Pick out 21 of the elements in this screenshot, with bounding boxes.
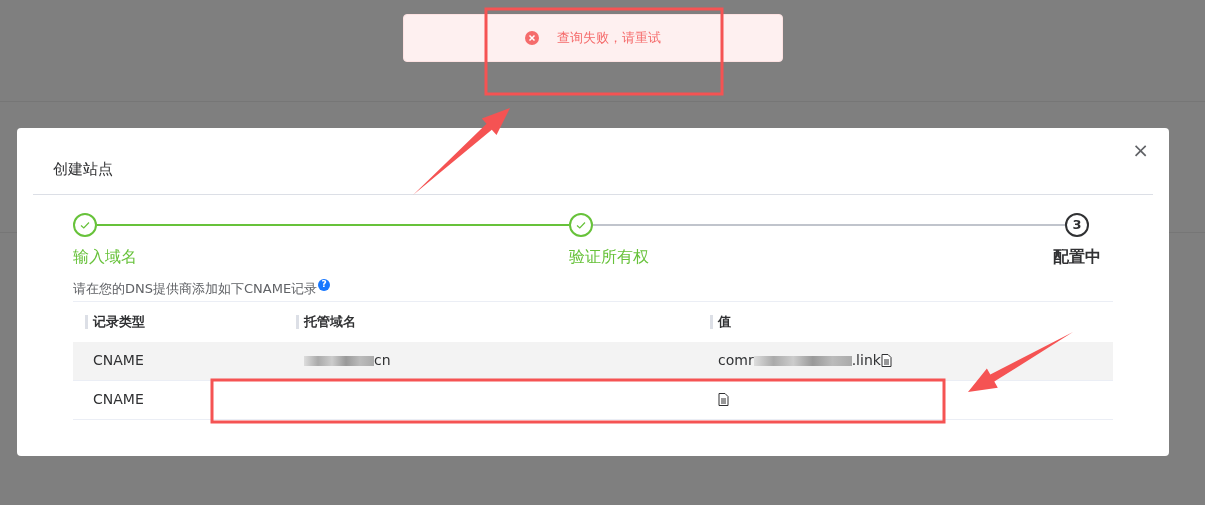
toast-text: 查询失败，请重试 <box>557 29 661 48</box>
help-icon[interactable]: ? <box>318 278 331 291</box>
cell-text: .link <box>851 351 881 370</box>
close-button[interactable]: × <box>1130 138 1151 162</box>
column-header: 值 <box>718 312 731 331</box>
dialog-title: 创建站点 <box>53 160 113 178</box>
cell-text: CNAME <box>93 390 144 409</box>
step-label: 配置中 <box>1053 246 1101 268</box>
step-label: 验证所有权 <box>569 246 649 268</box>
column-header: 记录类型 <box>93 312 145 331</box>
cell-text: CNAME <box>93 351 144 370</box>
error-icon <box>525 31 539 45</box>
column-header: 托管域名 <box>304 312 356 331</box>
copy-icon[interactable] <box>880 354 892 367</box>
blurred-text <box>304 355 374 366</box>
cell-text: cn <box>374 351 391 370</box>
step-label: 输入域名 <box>73 246 137 268</box>
cell-text: comr <box>718 351 754 370</box>
step-number: 3 <box>1065 213 1089 237</box>
copy-icon[interactable] <box>718 393 729 406</box>
instruction-text: 请在您的DNS提供商添加如下CNAME记录 <box>73 280 318 298</box>
